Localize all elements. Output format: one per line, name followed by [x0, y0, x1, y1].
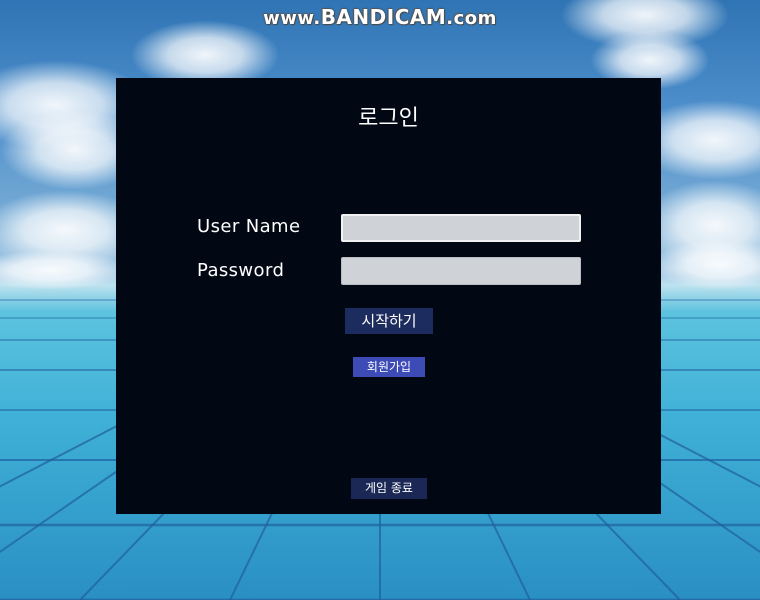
username-label: User Name: [197, 216, 301, 237]
game-scene-background: www.BANDICAM.com 로그인 User Name Password …: [0, 0, 760, 600]
password-input[interactable]: [341, 257, 581, 285]
username-input[interactable]: [341, 214, 581, 242]
watermark-suffix: .com: [446, 8, 497, 29]
login-title: 로그인: [358, 106, 419, 131]
start-button[interactable]: 시작하기: [345, 308, 433, 334]
password-label: Password: [197, 260, 285, 281]
bandicam-watermark: www.BANDICAM.com: [0, 5, 760, 29]
signup-button[interactable]: 회원가입: [353, 357, 425, 377]
watermark-prefix: www.: [263, 8, 321, 29]
login-panel: [116, 78, 661, 514]
watermark-brand: BANDICAM: [320, 5, 447, 29]
quit-game-button[interactable]: 게임 종료: [351, 478, 427, 499]
